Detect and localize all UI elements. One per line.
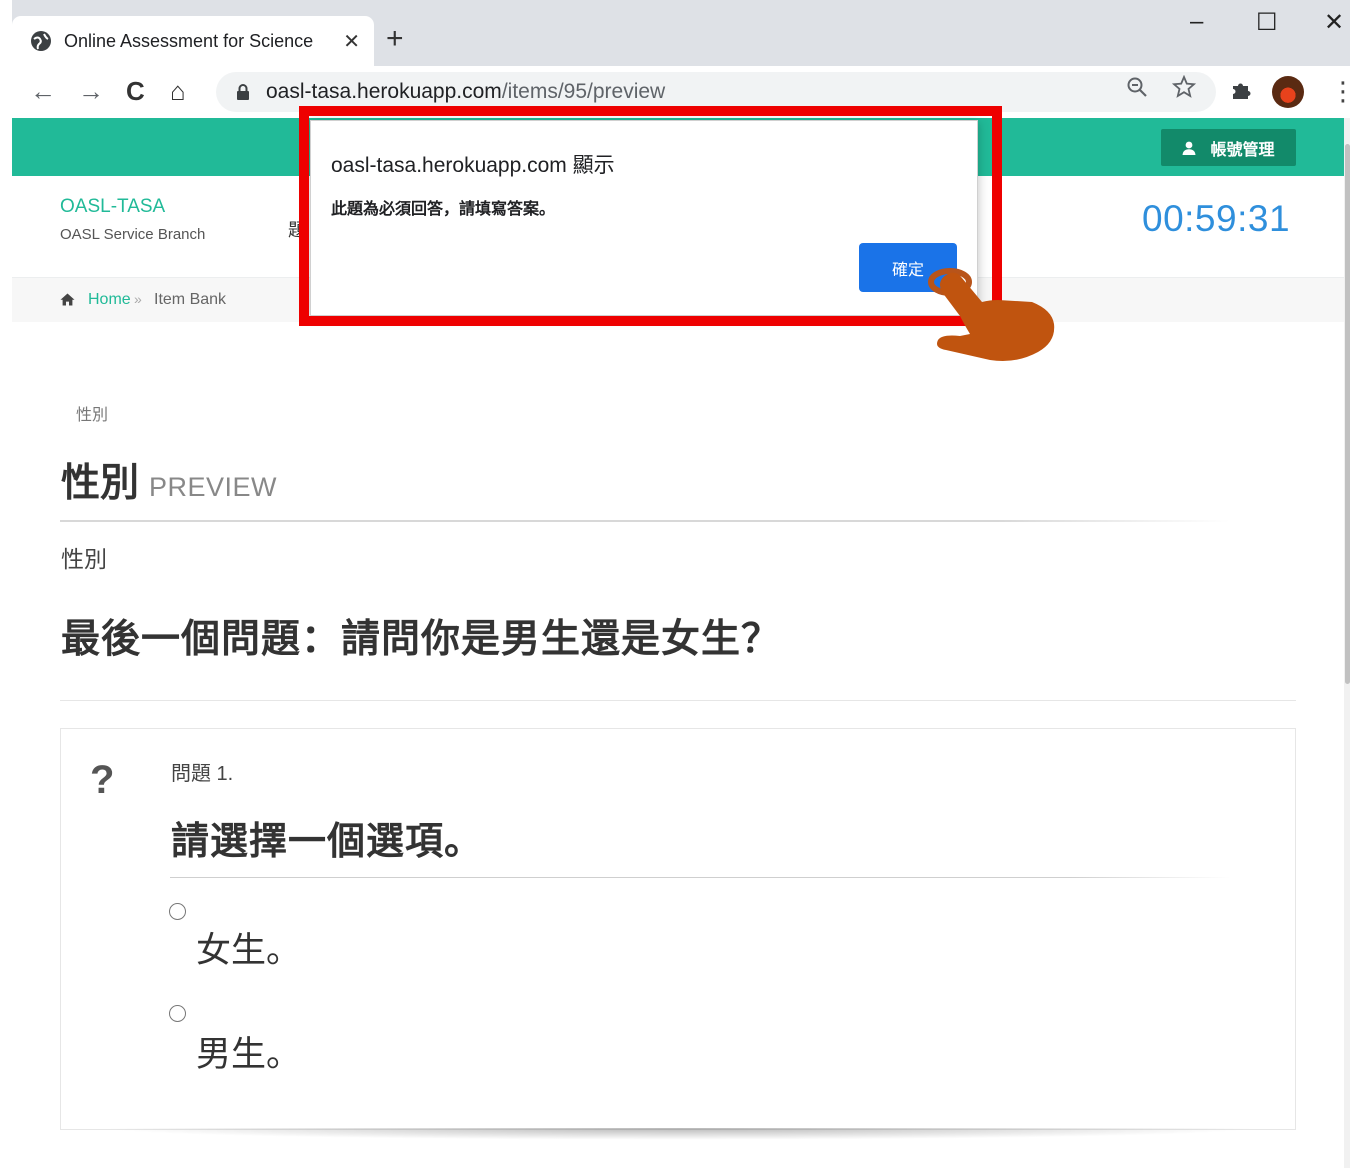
- tab-close-icon[interactable]: ✕: [343, 29, 360, 54]
- browser-tab[interactable]: Online Assessment for Science ✕: [12, 16, 374, 66]
- reload-button[interactable]: C: [126, 76, 145, 106]
- breadcrumb-current: Item Bank: [154, 291, 227, 308]
- forward-button[interactable]: →: [78, 76, 104, 106]
- option-radio-male[interactable]: [169, 1005, 186, 1022]
- header-partial-text: 題: [288, 220, 306, 240]
- profile-avatar[interactable]: [1272, 76, 1304, 108]
- dialog-message: 此題為必須回答，請填寫答案。: [331, 201, 556, 218]
- option-label-female[interactable]: 女生。: [196, 922, 301, 973]
- option-radio-female[interactable]: [169, 903, 186, 920]
- minimize-button[interactable]: –: [1190, 8, 1203, 36]
- user-icon: [1182, 141, 1196, 155]
- question-heading: 最後一個問題：請問你是男生還是女生？: [61, 618, 782, 661]
- kebab-icon[interactable]: ⋮: [1330, 74, 1350, 108]
- puzzle-icon[interactable]: [1230, 78, 1254, 102]
- star-icon[interactable]: [1172, 75, 1196, 99]
- prompt-divider: [170, 877, 1230, 878]
- dialog-title: oasl-tasa.herokuapp.com 顯示: [331, 154, 615, 177]
- alert-dialog: oasl-tasa.herokuapp.com 顯示 此題為必須回答，請填寫答案…: [310, 120, 978, 316]
- item-subtitle: 性別: [61, 546, 107, 572]
- maximize-button[interactable]: ☐: [1256, 8, 1278, 37]
- back-button[interactable]: ←: [30, 76, 56, 106]
- pointing-hand-icon: [928, 268, 1055, 361]
- page-title-text: 性別: [61, 462, 140, 505]
- page-scrollbar-thumb[interactable]: [1345, 144, 1350, 684]
- question-number: 問題 1.: [171, 763, 234, 785]
- brand-name[interactable]: OASL-TASA: [60, 196, 165, 218]
- breadcrumb-separator: »: [134, 291, 142, 307]
- new-tab-button[interactable]: +: [386, 22, 404, 56]
- title-divider: [60, 520, 1230, 522]
- url-path: /items/95/preview: [501, 80, 666, 103]
- home-button[interactable]: ⌂: [170, 76, 186, 106]
- home-icon: [60, 293, 75, 306]
- account-management-label: 帳號管理: [1210, 141, 1275, 159]
- zoom-icon[interactable]: [1126, 76, 1148, 98]
- question-prompt: 請選擇一個選項。: [171, 821, 484, 863]
- globe-icon: [31, 31, 51, 51]
- brand-subtitle: OASL Service Branch: [60, 226, 206, 243]
- account-management-button[interactable]: 帳號管理: [1161, 129, 1296, 166]
- item-category-label: 性別: [76, 407, 109, 424]
- preview-suffix: PREVIEW: [149, 472, 278, 502]
- breadcrumb-home-link[interactable]: Home: [88, 291, 131, 309]
- question-mark-icon: ?: [90, 758, 115, 802]
- url-host: oasl-tasa.herokuapp.com: [266, 80, 502, 103]
- lock-icon: [237, 84, 249, 100]
- tab-title: Online Assessment for Science: [64, 30, 314, 51]
- close-window-button[interactable]: ✕: [1324, 8, 1344, 37]
- option-label-male[interactable]: 男生。: [196, 1026, 301, 1077]
- heading-divider: [60, 700, 1296, 701]
- question-panel-shadow: [100, 1128, 1260, 1140]
- browser-toolbar: ← → C ⌂ oasl-tasa.herokuapp.com/items/95…: [12, 66, 1350, 118]
- address-bar[interactable]: oasl-tasa.herokuapp.com/items/95/preview: [216, 72, 1216, 112]
- page-title: 性別 PREVIEW: [61, 452, 277, 508]
- countdown-timer: 00:59:31: [1142, 198, 1291, 239]
